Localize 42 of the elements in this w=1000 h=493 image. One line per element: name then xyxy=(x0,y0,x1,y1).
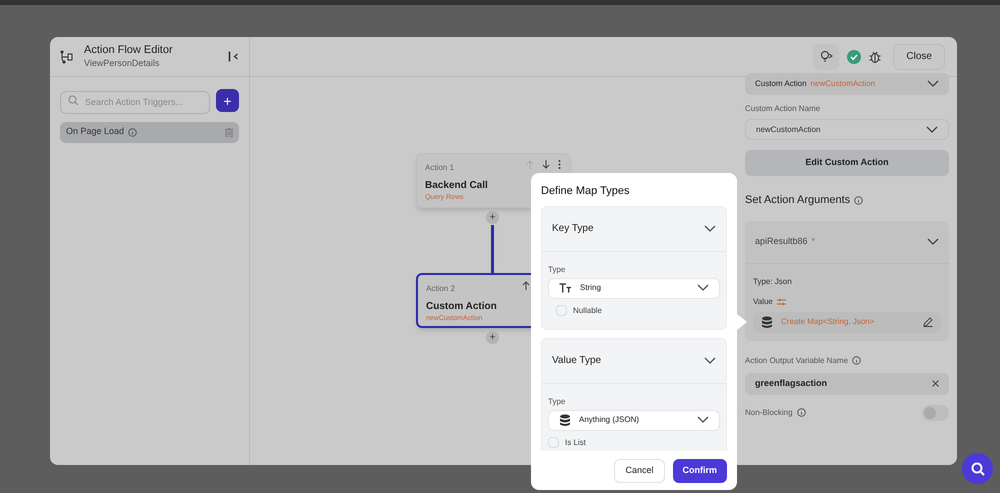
trigger-item[interactable]: On Page Load xyxy=(60,122,239,142)
action-title: Custom Action xyxy=(426,300,497,314)
section-heading: Set Action Arguments xyxy=(745,193,850,208)
value-label: Value xyxy=(753,296,773,308)
argument-type: Type: Json xyxy=(753,276,793,288)
field-label: Non-Blocking xyxy=(745,406,793,418)
select-value: Anything (JSON) xyxy=(579,414,640,426)
value-text: Create Map<String, Json> xyxy=(781,316,874,328)
field-label: Action Output Variable Name xyxy=(745,354,848,366)
search-field[interactable]: Search Action Triggers... xyxy=(60,90,210,114)
action-name-text: newCustomAction xyxy=(810,78,876,90)
action-label: Action 1 xyxy=(425,162,454,174)
field-value: greenflagsaction xyxy=(755,376,828,390)
required-mark: * xyxy=(812,234,816,248)
edit-custom-action-button[interactable]: Edit Custom Action xyxy=(745,150,949,176)
action-label: Action 2 xyxy=(426,283,455,295)
output-variable-field[interactable]: greenflagsaction xyxy=(745,372,949,394)
checkbox-label: Nullable xyxy=(573,304,602,316)
editor-subtitle: ViewPersonDetails xyxy=(84,58,160,69)
confirm-button[interactable]: Confirm xyxy=(672,458,727,482)
action-title: Backend Call xyxy=(425,179,488,193)
field-label: Type xyxy=(548,396,566,408)
section-title: Value Type xyxy=(552,354,602,368)
add-trigger-button[interactable]: + xyxy=(216,89,239,112)
type-select[interactable]: String xyxy=(548,278,720,298)
action-type-select[interactable]: Custom Action newCustomAction xyxy=(745,73,949,95)
cancel-button[interactable]: Cancel xyxy=(614,458,664,482)
editor-title: Action Flow Editor xyxy=(84,44,174,58)
action-type-text: Custom Action xyxy=(755,78,807,90)
type-select[interactable]: Anything (JSON) xyxy=(548,410,720,430)
field-label: Type xyxy=(548,264,566,276)
add-action-button[interactable]: + xyxy=(486,211,499,224)
argument-name: apiResultb86 xyxy=(755,234,808,248)
select-value: newCustomAction xyxy=(756,124,820,136)
trigger-label: On Page Load xyxy=(66,125,124,138)
custom-action-select[interactable]: newCustomAction xyxy=(745,119,949,140)
add-action-button[interactable]: + xyxy=(486,331,499,344)
close-button[interactable]: Close xyxy=(893,44,945,70)
field-label: Custom Action Name xyxy=(745,103,822,115)
section-title: Key Type xyxy=(552,222,594,236)
select-value: String xyxy=(580,282,601,294)
checkbox-label: Is List xyxy=(565,436,586,448)
